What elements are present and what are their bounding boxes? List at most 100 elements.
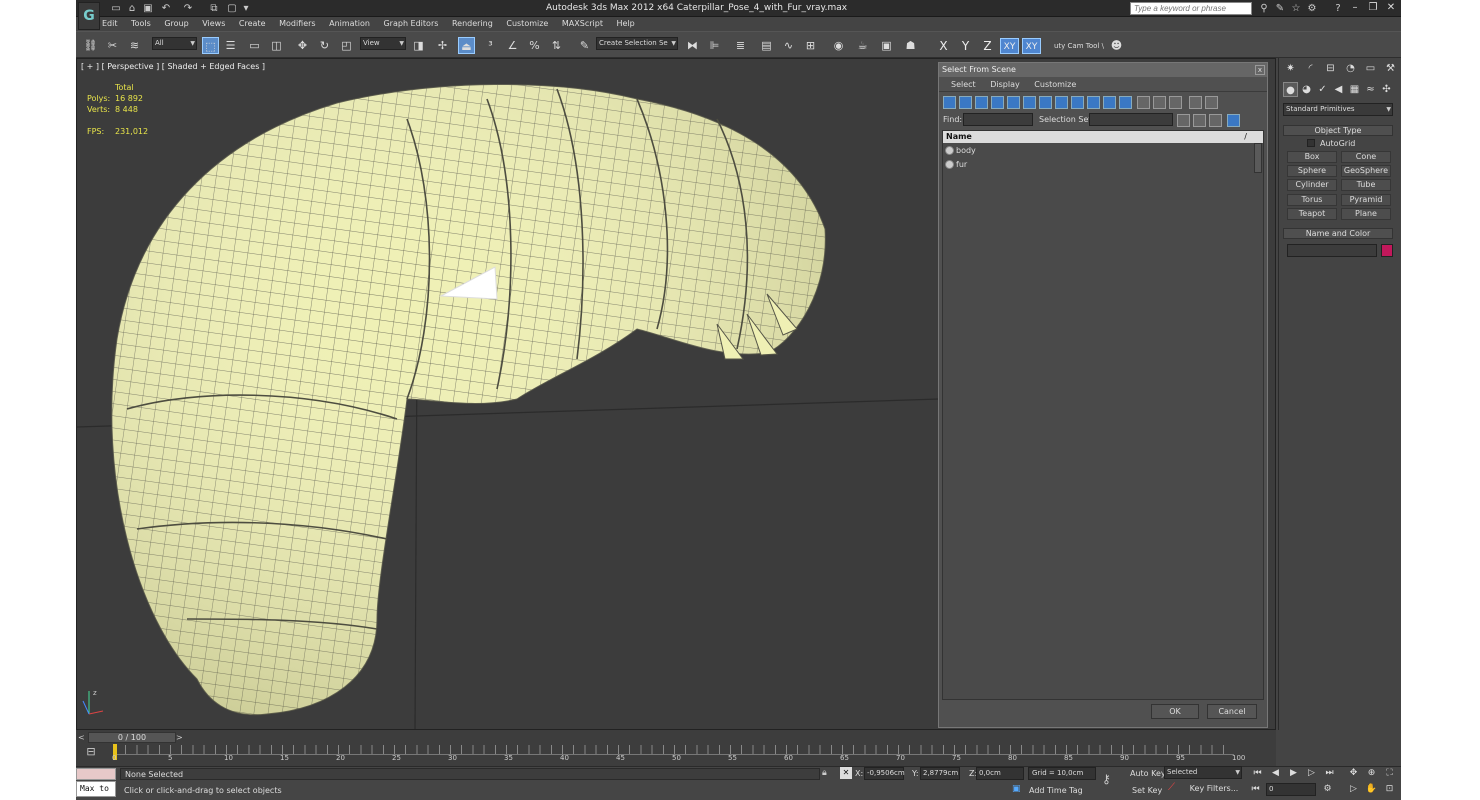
zoom-icon[interactable]: ✥ [1346, 767, 1361, 780]
zoom-all-icon[interactable]: ⊕ [1364, 767, 1379, 780]
filter-icon[interactable] [1189, 96, 1202, 109]
time-slider-thumb[interactable]: 0 / 100 [88, 732, 176, 743]
list-scrollbar[interactable] [1254, 143, 1262, 173]
pivot-center-icon[interactable]: ◨ [410, 37, 427, 54]
teapot-button[interactable]: Teapot [1287, 208, 1337, 220]
bind-space-warp-icon[interactable]: ≋ [126, 37, 143, 54]
set-key-mode-key-icon[interactable]: ⚷ [1102, 772, 1111, 786]
application-button[interactable]: G [78, 2, 100, 30]
lights-category-icon[interactable]: ✓ [1315, 82, 1330, 97]
angle-snap-icon[interactable]: ∠ [504, 37, 521, 54]
selection-set-add-icon[interactable] [1177, 114, 1190, 127]
cylinder-button[interactable]: Cylinder [1287, 179, 1337, 191]
layer-manager-icon[interactable]: ≣ [732, 37, 749, 54]
rendered-frame-window-icon[interactable]: ▣ [878, 37, 895, 54]
find-input[interactable] [963, 113, 1033, 126]
material-editor-icon[interactable]: ◉ [830, 37, 847, 54]
favorites-star-icon[interactable]: ☆ [1290, 3, 1302, 14]
restore-button[interactable]: ❐ [1364, 1, 1382, 15]
hierarchy-tab-icon[interactable]: ⊟ [1323, 61, 1338, 76]
zoom-extents-icon[interactable]: ⛶ [1382, 767, 1397, 780]
menu-customize[interactable]: Customize [506, 17, 548, 31]
dialog-title[interactable]: Select From Scene [939, 63, 1267, 77]
edit-named-selection-icon[interactable]: ✎ [576, 37, 593, 54]
set-key-pen-icon[interactable]: ⟋ [1168, 782, 1175, 793]
go-to-start-icon[interactable]: ⏮ [1250, 767, 1265, 780]
cancel-button[interactable]: Cancel [1207, 704, 1257, 719]
camera-tool-icon[interactable]: ☻ [1108, 37, 1125, 54]
hold-icon[interactable]: ⧉ [208, 3, 220, 14]
tube-button[interactable]: Tube [1341, 179, 1391, 191]
dialog-close-button[interactable]: x [1255, 65, 1265, 75]
binoculars-icon[interactable]: ⚲ [1258, 3, 1270, 14]
mini-listener-top[interactable] [76, 768, 116, 780]
display-cameras-icon[interactable] [991, 96, 1004, 109]
primitive-type-dropdown[interactable]: Standard Primitives [1283, 103, 1393, 116]
previous-frame-icon[interactable]: ◀ [1268, 767, 1283, 780]
display-frozen-icon[interactable] [1103, 96, 1116, 109]
cone-button[interactable]: Cone [1341, 151, 1391, 163]
set-key-button[interactable]: Set Key [1132, 786, 1162, 795]
display-geometry-icon[interactable] [943, 96, 956, 109]
select-by-name-icon[interactable]: ☰ [222, 37, 239, 54]
list-item[interactable]: fur [943, 158, 1255, 171]
extra-tool-label[interactable]: uty Cam Tool \ [1054, 42, 1104, 50]
filter-options-icon[interactable] [1205, 96, 1218, 109]
auto-key-button[interactable]: Auto Key [1130, 769, 1166, 778]
object-color-swatch[interactable] [1381, 244, 1393, 257]
display-helpers-icon[interactable] [1007, 96, 1020, 109]
save-file-icon[interactable]: ▣ [142, 3, 154, 14]
create-tab-icon[interactable]: ✷ [1283, 61, 1298, 76]
utilities-tab-icon[interactable]: ⚒ [1383, 61, 1398, 76]
key-mode-toggle-icon[interactable]: ⏮ [1248, 783, 1263, 796]
absolute-mode-icon[interactable]: ✕ [840, 767, 852, 779]
display-hidden-icon[interactable] [1119, 96, 1132, 109]
time-tag-icon[interactable]: ▣ [1012, 784, 1021, 794]
menu-create[interactable]: Create [239, 17, 266, 31]
selection-set-highlight-icon[interactable] [1209, 114, 1222, 127]
curve-editor-icon[interactable]: ∿ [780, 37, 797, 54]
select-object-icon[interactable]: ⬚ [202, 37, 219, 54]
align-icon[interactable]: ⊫ [706, 37, 723, 54]
dialog-menu-customize[interactable]: Customize [1034, 78, 1076, 92]
communication-center-icon[interactable]: ✎ [1274, 3, 1286, 14]
display-spacewarps-icon[interactable] [1023, 96, 1036, 109]
time-configuration-icon[interactable]: ⚙ [1320, 783, 1335, 796]
systems-category-icon[interactable]: ✣ [1379, 82, 1394, 97]
autogrid-checkbox[interactable] [1307, 139, 1315, 147]
z-coord-input[interactable]: 0,0cm [976, 767, 1024, 780]
render-setup-icon[interactable]: ☕ [854, 37, 871, 54]
render-production-icon[interactable]: ☗ [902, 37, 919, 54]
object-type-rollout-header[interactable]: Object Type [1283, 125, 1393, 136]
menu-edit[interactable]: Edit [102, 17, 118, 31]
unlink-icon[interactable]: ✂ [104, 37, 121, 54]
menu-modifiers[interactable]: Modifiers [279, 17, 316, 31]
exchange-icon[interactable]: ⚙ [1306, 3, 1318, 14]
open-file-icon[interactable]: ⌂ [126, 3, 138, 14]
x-coord-input[interactable]: -0,9506cm [864, 767, 905, 780]
selection-filter-dropdown[interactable]: All [152, 37, 197, 50]
menu-tools[interactable]: Tools [131, 17, 151, 31]
keyboard-shortcut-override-icon[interactable]: ⏏ [458, 37, 475, 54]
menu-group[interactable]: Group [164, 17, 188, 31]
restrict-plane-cycle-button[interactable]: XY [1022, 38, 1041, 54]
select-invert-icon[interactable] [1169, 96, 1182, 109]
time-prev-button[interactable]: < [78, 733, 86, 743]
ribbon-icon[interactable]: ▤ [758, 37, 775, 54]
undo-icon[interactable]: ↶ [160, 3, 172, 14]
geosphere-button[interactable]: GeoSphere [1341, 165, 1391, 177]
name-color-rollout-header[interactable]: Name and Color [1283, 228, 1393, 239]
display-xrefs-icon[interactable] [1055, 96, 1068, 109]
key-selection-dropdown[interactable]: Selected [1164, 766, 1242, 779]
box-button[interactable]: Box [1287, 151, 1337, 163]
menu-views[interactable]: Views [202, 17, 225, 31]
next-frame-icon[interactable]: ▷ [1304, 767, 1319, 780]
new-file-icon[interactable]: ▭ [110, 3, 122, 14]
track-bar-toggle-icon[interactable]: ⊟ [78, 745, 104, 763]
key-filters-button[interactable]: Key Filters... [1184, 782, 1244, 795]
spacewarps-category-icon[interactable]: ≈ [1363, 82, 1378, 97]
percent-snap-icon[interactable]: % [526, 37, 543, 54]
window-crossing-icon[interactable]: ◫ [268, 37, 285, 54]
close-button[interactable]: ✕ [1382, 1, 1400, 15]
display-groups-icon[interactable] [1039, 96, 1052, 109]
